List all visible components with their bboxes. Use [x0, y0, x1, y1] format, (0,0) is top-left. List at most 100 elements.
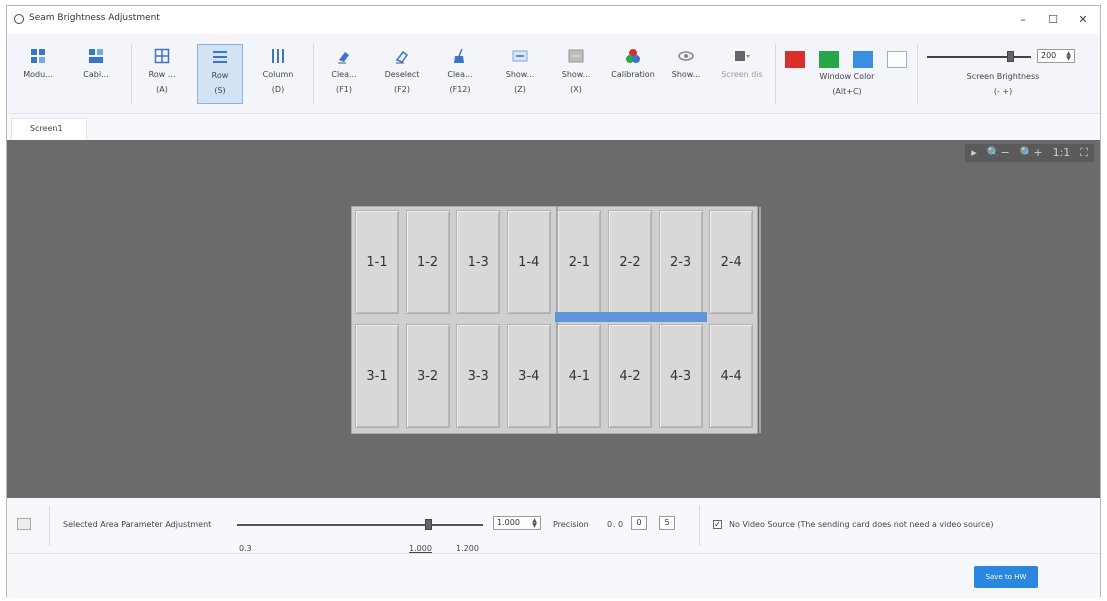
fit-screen-icon[interactable]: ⛶ — [1080, 144, 1088, 162]
no-video-source-label: No Video Source (The sending card does n… — [729, 520, 994, 529]
module-icon — [31, 49, 45, 63]
brightness-value: 200 — [1041, 51, 1057, 60]
precision-digit-2: 0 — [618, 520, 624, 529]
screen-dropdown-icon — [735, 51, 750, 61]
divider — [49, 506, 50, 546]
module-cell[interactable]: 3-4 — [506, 324, 551, 428]
window-title: Seam Brightness Adjustment — [29, 13, 160, 23]
actual-size-icon[interactable]: 1:1 — [1053, 144, 1071, 162]
slider-default: 1.000 — [409, 544, 432, 553]
close-button[interactable]: ✕ — [1068, 10, 1098, 30]
module-label: Modu... — [23, 70, 53, 79]
module-cell[interactable]: 4-1 — [557, 324, 602, 428]
column-label: Column — [262, 70, 294, 79]
slider-min: 0.3 — [239, 544, 252, 553]
no-video-source-checkbox[interactable]: ✓ — [713, 520, 722, 529]
cabinet-label: Cabi... — [83, 70, 109, 79]
brightness-slider[interactable] — [927, 56, 1031, 58]
show-shortcut-1: (Z) — [514, 85, 526, 94]
clear-button[interactable]: Clea... (F1) — [321, 44, 367, 104]
parameter-input[interactable]: 1.000 ▲ ▼ — [493, 516, 541, 530]
parameter-value: 1.000 — [497, 518, 520, 527]
window-color-label: Window Color (Alt+C) — [797, 72, 897, 96]
row-group-shortcut: (A) — [156, 85, 168, 94]
brightness-shortcut: (- +) — [993, 87, 1013, 96]
row-label: Row — [211, 71, 229, 80]
module-cell[interactable]: 4-4 — [709, 324, 754, 428]
maximize-button[interactable]: ☐ — [1038, 10, 1068, 30]
bottom-panel: Selected Area Parameter Adjustment 0.3 1… — [7, 498, 1100, 598]
toolbar-divider — [313, 44, 314, 104]
module-cell[interactable]: 1-3 — [456, 210, 501, 314]
blue-swatch[interactable] — [853, 51, 873, 68]
zoom-toolbar: ▸ 🔍− 🔍+ 1:1 ⛶ — [965, 144, 1094, 162]
parameter-slider[interactable] — [237, 524, 483, 526]
brightness-input[interactable]: 200 ▲ ▼ — [1037, 49, 1075, 63]
screen-canvas[interactable]: ▸ 🔍− 🔍+ 1:1 ⛶ 1-1 1-2 1-3 1-4 2-1 2-2 2-3 2-4 3-… — [7, 140, 1100, 498]
module-cell[interactable]: 2-4 — [709, 210, 754, 314]
module-cell[interactable]: 2-2 — [608, 210, 652, 314]
module-cell[interactable]: 3-1 — [355, 324, 399, 428]
show-button-1[interactable]: Show... (Z) — [497, 44, 543, 104]
tab-strip: Screen1 — [7, 114, 1100, 140]
calibration-button[interactable]: Calibration — [605, 44, 661, 104]
broom-icon — [454, 48, 464, 63]
clear-label: Clea... — [331, 70, 357, 79]
save-to-hw-button[interactable]: Save to HW — [974, 566, 1038, 588]
module-cell[interactable]: 1-1 — [355, 210, 399, 314]
white-swatch[interactable] — [887, 51, 907, 68]
column-button[interactable]: Column (D) — [255, 44, 301, 104]
module-cell[interactable]: 2-3 — [658, 210, 703, 314]
show-label-2: Show... — [561, 70, 591, 79]
precision-digit-1: 0 — [607, 520, 613, 529]
screen-display-button[interactable]: Screen dis — [715, 44, 769, 104]
module-cell[interactable]: 3-2 — [405, 324, 450, 428]
clear-all-shortcut: (F12) — [449, 85, 471, 94]
row-group-button[interactable]: Row ... (A) — [139, 44, 185, 104]
show-shortcut-2: (X) — [570, 85, 582, 94]
brightness-label: Screen Brightness (- +) — [943, 72, 1063, 96]
clear-all-label: Clea... — [447, 70, 473, 79]
module-cell[interactable]: 2-1 — [557, 210, 602, 314]
adjustment-label: Selected Area Parameter Adjustment — [63, 520, 212, 529]
spin-arrows-icon[interactable]: ▲ ▼ — [530, 518, 539, 529]
red-swatch[interactable] — [785, 51, 805, 68]
module-cell[interactable]: 4-2 — [608, 324, 652, 428]
deselect-button[interactable]: Deselect (F2) — [379, 44, 425, 104]
selected-seam[interactable] — [555, 312, 707, 322]
module-button[interactable]: Modu... — [15, 44, 61, 104]
parameter-slider-thumb[interactable] — [425, 519, 433, 530]
toolbar-divider — [775, 44, 776, 104]
slider-max: 1.200 — [456, 544, 479, 553]
show-label-3: Show... — [671, 70, 701, 79]
minimize-button[interactable]: – — [1008, 10, 1038, 30]
panel-toggle-icon[interactable] — [17, 518, 31, 530]
precision-input-2[interactable]: 5 — [659, 516, 675, 530]
row-button[interactable]: Row (S) — [197, 44, 243, 104]
title-bar: Seam Brightness Adjustment – ☐ ✕ — [7, 6, 1100, 34]
show-button-2[interactable]: Show... (X) — [553, 44, 599, 104]
zoom-out-icon[interactable]: 🔍− — [987, 144, 1010, 162]
spin-arrows-icon[interactable]: ▲ ▼ — [1064, 51, 1073, 62]
tab-screen1[interactable]: Screen1 — [11, 118, 87, 140]
cabinet-button[interactable]: Cabi... — [73, 44, 119, 104]
module-grid: 1-1 1-2 1-3 1-4 2-1 2-2 2-3 2-4 3-1 3-2 3-3 3-4 4-1 4… — [351, 206, 761, 434]
deselect-label: Deselect — [384, 70, 420, 79]
app-window: Seam Brightness Adjustment – ☐ ✕ Modu...… — [6, 5, 1101, 598]
clear-all-button[interactable]: Clea... (F12) — [437, 44, 483, 104]
module-cell[interactable]: 3-3 — [456, 324, 501, 428]
show-label-1: Show... — [505, 70, 535, 79]
show-button-3[interactable]: Show... — [663, 44, 709, 104]
module-cell[interactable]: 1-4 — [506, 210, 551, 314]
green-swatch[interactable] — [819, 51, 839, 68]
module-cell[interactable]: 1-2 — [405, 210, 450, 314]
zoom-in-icon[interactable]: 🔍+ — [1020, 144, 1043, 162]
module-cell[interactable]: 4-3 — [658, 324, 703, 428]
toolbar: Modu... Cabi... Row ... (A) Row (S) Colu… — [7, 34, 1100, 114]
clear-shortcut: (F1) — [336, 85, 352, 94]
precision-input-1[interactable]: 0 — [631, 516, 647, 530]
brightness-slider-thumb[interactable] — [1007, 51, 1015, 62]
deselect-shortcut: (F2) — [394, 85, 410, 94]
show-panel-icon — [512, 50, 528, 62]
collapse-icon[interactable]: ▸ — [971, 144, 977, 162]
